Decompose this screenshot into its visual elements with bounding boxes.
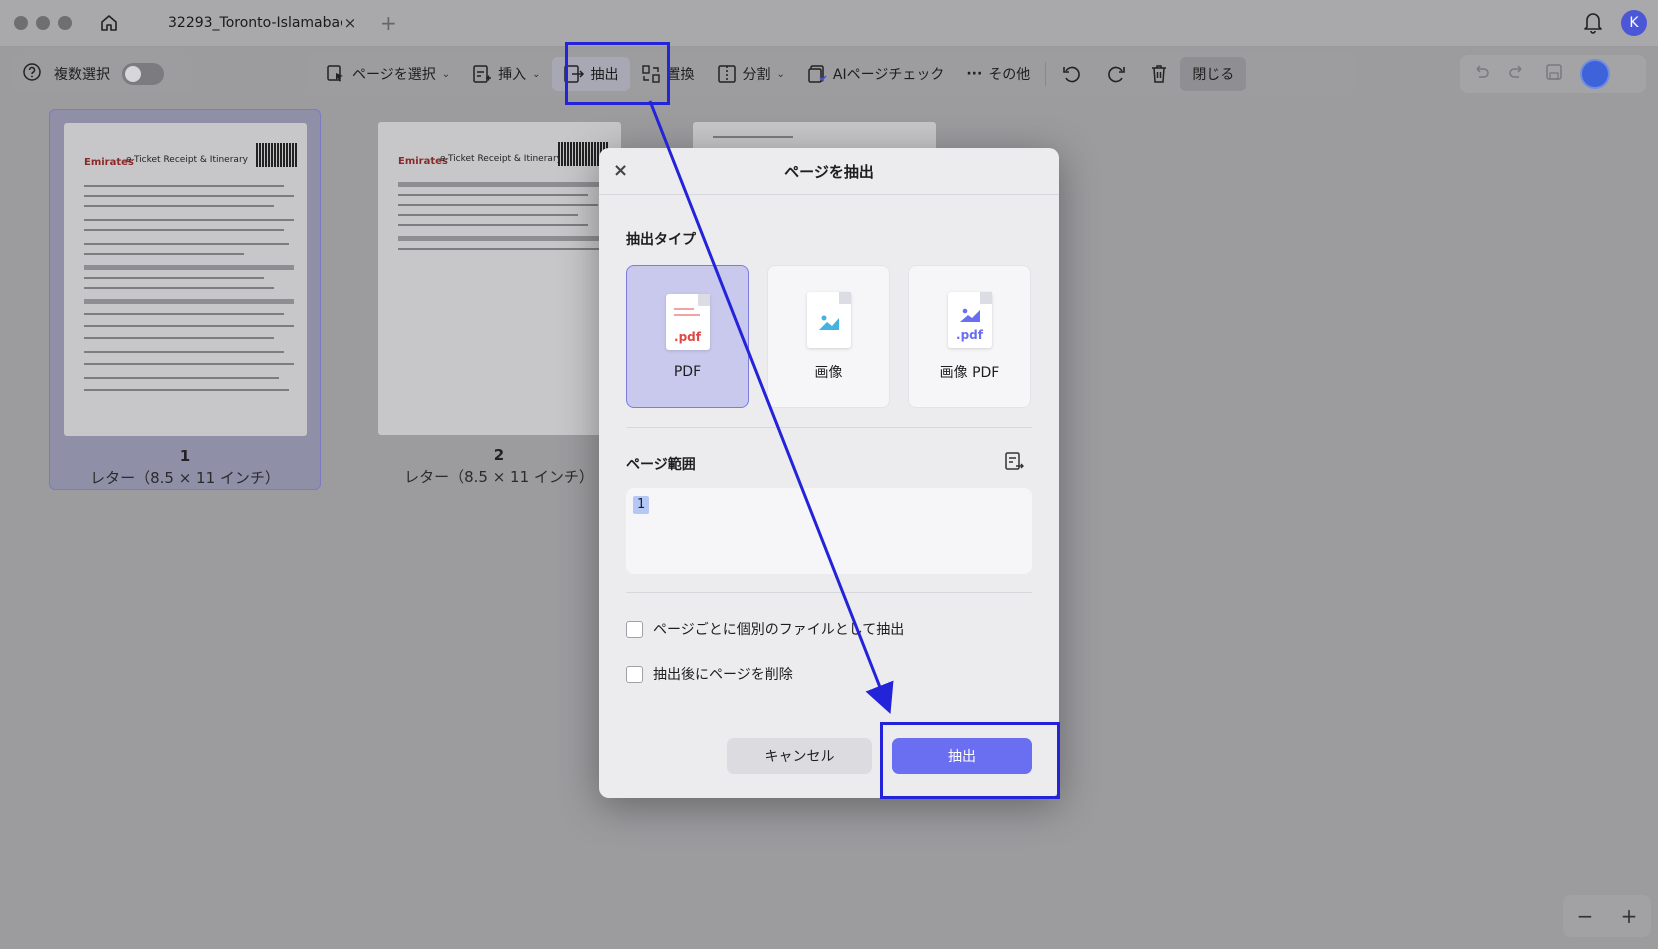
ticket-heading: e-Ticket Receipt & Itinerary	[126, 155, 248, 165]
ticket-heading: e-Ticket Receipt & Itinerary	[440, 154, 562, 164]
insert-label: 挿入	[498, 67, 527, 83]
ai-assistant-icon[interactable]	[1582, 61, 1608, 87]
insert-page-icon	[473, 65, 492, 83]
section-divider	[626, 427, 1032, 428]
page-size-label: レター（8.5 × 11 インチ）	[90, 469, 280, 487]
barcode-image	[256, 143, 298, 167]
extract-pages-dialog: × ページを抽出 抽出タイプ .pdf PDF 画像 .pdf 画像 PDF ペ…	[599, 148, 1059, 798]
type-label-pdf: PDF	[673, 363, 702, 380]
more-label: その他	[988, 67, 1031, 83]
close-label: 閉じる	[1192, 67, 1235, 83]
toolbar-extract-highlight	[565, 42, 670, 105]
ai-page-check-button[interactable]: AIページチェック	[796, 57, 955, 91]
split-label: 分割	[742, 67, 771, 83]
redo-icon[interactable]	[1508, 63, 1526, 85]
page-range-input[interactable]: 1	[626, 488, 1032, 574]
select-page-label: ページを選択	[352, 67, 436, 83]
multi-select-toggle[interactable]	[122, 63, 164, 85]
dialog-header: × ページを抽出	[599, 148, 1059, 195]
split-button[interactable]: 分割 ⌄	[706, 57, 796, 91]
split-page-icon	[717, 65, 736, 83]
delete-after-option[interactable]: 抽出後にページを削除	[626, 664, 793, 684]
help-icon[interactable]	[22, 62, 42, 86]
document-tab[interactable]: 32293_Toronto-Islamabad ×	[138, 6, 368, 40]
delete-after-checkbox[interactable]	[626, 665, 643, 683]
insert-button[interactable]: 挿入 ⌄	[461, 57, 551, 91]
page-number: 2	[493, 446, 505, 464]
page-toolbar: ページを選択 ⌄ 挿入 ⌄ 抽出 置換 分割 ⌄ AIページチェック ··· そ…	[309, 52, 1354, 96]
zoom-window-button[interactable]	[58, 16, 72, 30]
image-pdf-file-icon: .pdf	[947, 291, 992, 348]
delete-button[interactable]	[1138, 57, 1180, 91]
page-range-picker-icon[interactable]	[1003, 451, 1025, 477]
page-range-heading: ページ範囲	[626, 457, 696, 473]
select-cursor-icon	[327, 65, 343, 82]
tab-title: 32293_Toronto-Islamabad	[168, 15, 342, 31]
type-label-image-pdf: 画像 PDF	[939, 364, 1000, 381]
extract-type-heading: 抽出タイプ	[626, 232, 696, 248]
save-icon[interactable]	[1544, 62, 1564, 86]
separate-files-label: ページごとに個別のファイルとして抽出	[653, 622, 905, 638]
pdf-tag: .pdf	[956, 327, 983, 342]
zoom-out-button[interactable]: −	[1577, 904, 1594, 928]
ellipsis-icon: ···	[966, 66, 983, 82]
image-file-icon	[806, 291, 851, 348]
undo-icon[interactable]	[1472, 63, 1490, 85]
extract-type-image[interactable]: 画像	[767, 265, 890, 408]
multi-select-label: 複数選択	[54, 67, 110, 83]
user-avatar[interactable]: K	[1621, 10, 1647, 36]
rotate-right-icon	[1108, 66, 1126, 83]
rotate-left-icon	[1063, 66, 1081, 83]
page-thumbnail-1[interactable]: Emirates e-Ticket Receipt & Itinerary 1 …	[49, 109, 321, 490]
chevron-down-icon: ⌄	[532, 68, 541, 80]
separate-files-option[interactable]: ページごとに個別のファイルとして抽出	[626, 619, 904, 639]
confirm-extract-highlight	[880, 722, 1060, 799]
toolbar-divider	[1045, 62, 1047, 86]
more-button[interactable]: ··· その他	[955, 57, 1041, 91]
type-label-image: 画像	[814, 364, 843, 381]
close-window-button[interactable]	[14, 16, 28, 30]
zoom-controls: − +	[1563, 895, 1651, 937]
zoom-in-button[interactable]: +	[1621, 904, 1638, 928]
title-bar: 32293_Toronto-Islamabad × + K	[0, 0, 1658, 46]
delete-after-label: 抽出後にページを削除	[653, 667, 793, 683]
trash-icon	[1152, 65, 1167, 83]
history-group	[1460, 55, 1646, 93]
rotate-right-button[interactable]	[1094, 57, 1138, 91]
page-number: 1	[179, 447, 191, 465]
dialog-title: ページを抽出	[784, 162, 874, 181]
pdf-tag: .pdf	[674, 329, 701, 344]
pdf-file-icon: .pdf	[665, 293, 710, 350]
minimize-window-button[interactable]	[36, 16, 50, 30]
separate-files-checkbox[interactable]	[626, 620, 643, 638]
extract-type-image-pdf[interactable]: .pdf 画像 PDF	[908, 265, 1031, 408]
new-tab-button[interactable]: +	[380, 11, 397, 35]
replace-label: 置換	[666, 67, 695, 83]
chevron-down-icon: ⌄	[441, 68, 451, 80]
home-icon[interactable]	[96, 10, 122, 36]
extract-type-pdf[interactable]: .pdf PDF	[626, 265, 749, 408]
ai-check-icon	[808, 65, 827, 83]
page-preview: Emirates e-Ticket Receipt & Itinerary	[378, 122, 621, 435]
notification-bell-icon[interactable]	[1582, 10, 1606, 36]
ai-check-label: AIページチェック	[832, 67, 945, 83]
page-range-value: 1	[633, 496, 650, 514]
select-page-button[interactable]: ページを選択 ⌄	[315, 57, 461, 91]
rotate-left-button[interactable]	[1050, 57, 1094, 91]
section-divider	[626, 592, 1032, 593]
chevron-down-icon: ⌄	[776, 68, 785, 80]
page-thumbnail-2[interactable]: Emirates e-Ticket Receipt & Itinerary 2 …	[363, 109, 635, 490]
page-preview: Emirates e-Ticket Receipt & Itinerary	[64, 123, 307, 436]
page-size-label: レター（8.5 × 11 インチ）	[404, 468, 594, 486]
tab-close-icon[interactable]: ×	[342, 14, 358, 32]
dialog-close-icon[interactable]: ×	[613, 160, 628, 181]
cancel-button[interactable]: キャンセル	[727, 738, 872, 774]
close-page-mode-button[interactable]: 閉じる	[1180, 57, 1247, 91]
multi-select-group: 複数選択	[12, 55, 192, 93]
